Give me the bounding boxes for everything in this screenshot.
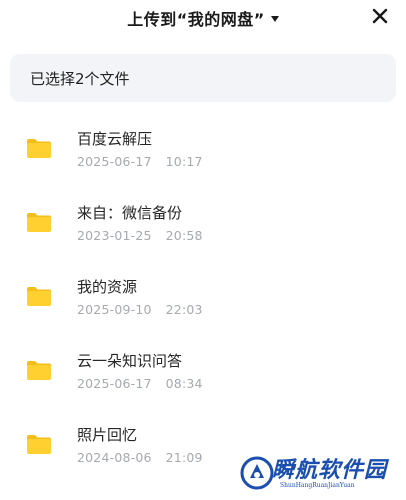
close-button[interactable] bbox=[370, 6, 390, 26]
folder-item[interactable]: 云一朵知识问答 2025-06-17 08:34 bbox=[0, 332, 406, 406]
folder-timestamp: 2024-08-06 21:09 bbox=[77, 450, 203, 465]
selection-summary: 已选择2个文件 bbox=[10, 54, 396, 102]
folder-icon bbox=[27, 139, 51, 158]
folder-item[interactable]: 我的资源 2025-09-10 22:03 bbox=[0, 258, 406, 332]
folder-icon bbox=[27, 435, 51, 454]
watermark-text: 瞬航软件园 bbox=[272, 458, 388, 483]
folder-name: 百度云解压 bbox=[77, 130, 153, 148]
close-icon bbox=[372, 8, 388, 24]
folder-timestamp: 2025-06-17 08:34 bbox=[77, 376, 203, 391]
folder-icon bbox=[27, 287, 51, 306]
watermark-logo-icon bbox=[240, 456, 274, 490]
folder-name: 照片回忆 bbox=[77, 426, 138, 444]
folder-timestamp: 2025-06-17 10:17 bbox=[77, 154, 203, 169]
watermark-subtext: ShunHangRuanJianYuan bbox=[280, 482, 355, 489]
folder-name: 云一朵知识问答 bbox=[77, 352, 183, 370]
folder-name: 我的资源 bbox=[77, 278, 138, 296]
destination-selector[interactable]: 上传到“我的网盘” bbox=[0, 6, 406, 30]
folder-item[interactable]: 百度云解压 2025-06-17 10:17 bbox=[0, 110, 406, 184]
folder-item[interactable]: 来自：微信备份 2023-01-25 20:58 bbox=[0, 184, 406, 258]
folder-timestamp: 2023-01-25 20:58 bbox=[77, 228, 203, 243]
page-title: 上传到“我的网盘” bbox=[127, 10, 265, 29]
folder-timestamp: 2025-09-10 22:03 bbox=[77, 302, 203, 317]
selection-count-text: 已选择2个文件 bbox=[30, 70, 130, 88]
folder-icon bbox=[27, 213, 51, 232]
folder-icon bbox=[27, 361, 51, 380]
header-bar: 上传到“我的网盘” bbox=[0, 0, 406, 36]
caret-down-icon bbox=[270, 15, 279, 22]
folder-name: 来自：微信备份 bbox=[77, 204, 183, 222]
watermark: 瞬航软件园 ShunHangRuanJianYuan bbox=[240, 450, 406, 500]
